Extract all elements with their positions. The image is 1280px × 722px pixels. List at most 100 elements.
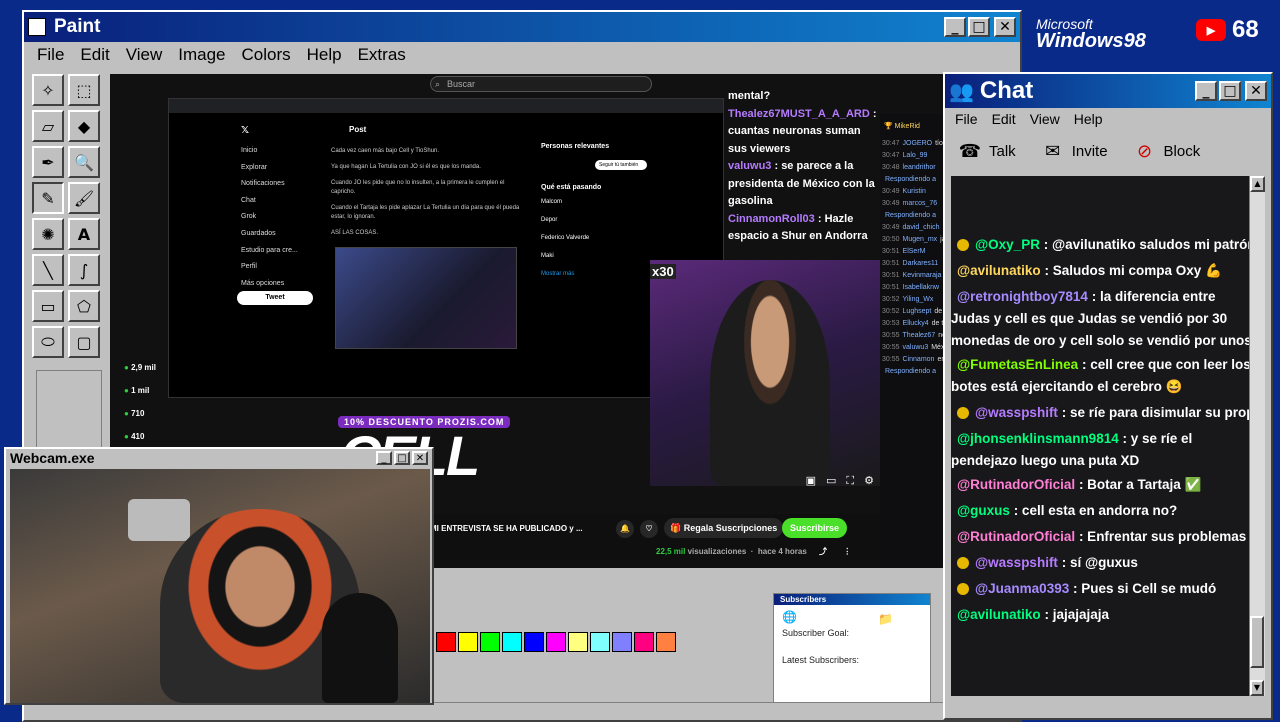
fullscreen-icon[interactable]: ⛶: [846, 474, 854, 490]
palette-swatch[interactable]: [612, 632, 632, 652]
nav-item[interactable]: Perfil: [241, 259, 298, 276]
menu-file[interactable]: File: [30, 45, 71, 65]
nav-item[interactable]: Estudio para cre...: [241, 243, 298, 260]
nav-item[interactable]: Grok: [241, 209, 298, 226]
subscribe-button[interactable]: Suscribirse: [782, 518, 848, 538]
maximize-button[interactable]: □: [968, 17, 990, 37]
free-select-icon[interactable]: ✧: [32, 74, 64, 106]
chat-username[interactable]: @guxus: [957, 503, 1010, 518]
menu-colors[interactable]: Colors: [235, 45, 298, 65]
show-more-link[interactable]: Mostrar más: [541, 271, 651, 277]
palette-swatch[interactable]: [590, 632, 610, 652]
settings-icon[interactable]: ⚙: [864, 474, 874, 490]
chat-titlebar[interactable]: 👥 Chat _ □ ✕: [945, 74, 1271, 108]
rectangle-icon[interactable]: ▭: [32, 290, 64, 322]
chat-username[interactable]: @FumetasEnLinea: [957, 357, 1078, 372]
nav-item[interactable]: Guardados: [241, 226, 298, 243]
menu-extras[interactable]: Extras: [351, 45, 413, 65]
bell-icon[interactable]: 🔔: [616, 520, 634, 538]
magnifier-icon[interactable]: 🔍: [68, 146, 100, 178]
scroll-up-arrow[interactable]: ▲: [1250, 176, 1265, 192]
chat-username[interactable]: @RutinadorOficial: [957, 529, 1075, 544]
polygon-icon[interactable]: ⬠: [68, 290, 100, 322]
gift-subscriptions-button[interactable]: 🎁 Regala Suscripciones: [664, 518, 784, 538]
nav-item[interactable]: Explorar: [241, 160, 298, 177]
block-button[interactable]: ⊘ Block: [1132, 138, 1200, 164]
nav-item[interactable]: Más opciones: [241, 276, 298, 293]
menu-view[interactable]: View: [119, 45, 170, 65]
menu-image[interactable]: Image: [171, 45, 232, 65]
trend-item[interactable]: Malcom: [541, 199, 651, 205]
tweet-button[interactable]: Tweet: [237, 291, 313, 305]
post-video-thumbnail[interactable]: [335, 247, 517, 349]
webcam-minimize-button[interactable]: _: [376, 451, 392, 465]
minimize-button[interactable]: _: [944, 17, 966, 37]
chat-username[interactable]: @retronightboy7814: [957, 289, 1088, 304]
miniplayer-icon[interactable]: ▣: [806, 474, 816, 490]
fill-bucket-icon[interactable]: ◆: [68, 110, 100, 142]
scroll-thumb[interactable]: [1250, 616, 1264, 668]
palette-swatch[interactable]: [480, 632, 500, 652]
chat-username[interactable]: @Oxy_PR: [975, 237, 1040, 252]
heart-icon[interactable]: ♡: [640, 520, 658, 538]
rounded-rect-icon[interactable]: ▢: [68, 326, 100, 358]
chat-username[interactable]: @wasspshift: [975, 405, 1058, 420]
scroll-down-arrow[interactable]: ▼: [1250, 680, 1264, 696]
invite-button[interactable]: ✉ Invite: [1040, 138, 1107, 164]
menu-edit[interactable]: Edit: [73, 45, 116, 65]
menu-help[interactable]: Help: [300, 45, 349, 65]
palette-swatch[interactable]: [458, 632, 478, 652]
pencil-icon[interactable]: ✎: [32, 182, 64, 214]
talk-button[interactable]: ☎ Talk: [957, 138, 1016, 164]
trend-item[interactable]: Federico Valverde: [541, 235, 651, 241]
follow-button[interactable]: Seguir tú también: [595, 160, 647, 170]
palette-swatch[interactable]: [568, 632, 588, 652]
paint-titlebar[interactable]: Paint _ □ ✕: [24, 12, 1020, 42]
search-bar[interactable]: ⌕ Buscar: [430, 76, 652, 92]
nav-item[interactable]: Inicio: [241, 143, 298, 160]
palette-swatch[interactable]: [502, 632, 522, 652]
text-tool-icon[interactable]: A: [68, 218, 100, 250]
trend-item[interactable]: Maki: [541, 253, 651, 259]
webcam-titlebar[interactable]: Webcam.exe _ □ ✕: [6, 449, 432, 467]
rect-select-icon[interactable]: ⬚: [68, 74, 100, 106]
chat-menu-edit[interactable]: Edit: [992, 111, 1016, 127]
chat-username[interactable]: @wasspshift: [975, 555, 1058, 570]
chat-username[interactable]: @jhonsenklinsmann9814: [957, 431, 1119, 446]
chat-maximize-button[interactable]: □: [1219, 81, 1241, 101]
tool-options-box[interactable]: [36, 370, 102, 452]
webcam-close-button[interactable]: ✕: [412, 451, 428, 465]
chat-username[interactable]: @RutinadorOficial: [957, 477, 1075, 492]
chat-close-button[interactable]: ✕: [1245, 81, 1267, 101]
chat-scrollbar[interactable]: ▲ ▼: [1249, 176, 1265, 696]
webcam-maximize-button[interactable]: □: [394, 451, 410, 465]
palette-swatch[interactable]: [436, 632, 456, 652]
chat-menu-view[interactable]: View: [1030, 111, 1060, 127]
theater-icon[interactable]: ▭: [826, 474, 836, 490]
chat-minimize-button[interactable]: _: [1195, 81, 1217, 101]
trend-item[interactable]: Depor: [541, 217, 651, 223]
chat-username[interactable]: @avilunatiko: [957, 263, 1041, 278]
palette-swatch[interactable]: [656, 632, 676, 652]
line-icon[interactable]: ╲: [32, 254, 64, 286]
more-icon[interactable]: ⋮: [843, 547, 851, 556]
palette-swatch[interactable]: [524, 632, 544, 652]
video-title[interactable]: MI ENTREVISTA SE HA PUBLICADO y ...: [430, 524, 583, 533]
chat-username[interactable]: @Juanma0393: [975, 581, 1069, 596]
ellipse-icon[interactable]: ⬭: [32, 326, 64, 358]
nav-item[interactable]: Chat: [241, 193, 298, 210]
palette-swatch[interactable]: [634, 632, 654, 652]
eraser-icon[interactable]: ▱: [32, 110, 64, 142]
nav-item[interactable]: Notificaciones: [241, 176, 298, 193]
close-button[interactable]: ✕: [994, 17, 1016, 37]
share-icon[interactable]: ⤴: [819, 547, 827, 556]
airbrush-icon[interactable]: ✺: [32, 218, 64, 250]
chat-menu-help[interactable]: Help: [1074, 111, 1103, 127]
chat-menu-file[interactable]: File: [955, 111, 978, 127]
chat-username[interactable]: @avilunatiko: [957, 607, 1041, 622]
overlay-chat-line: valuwu3 : se parece a la presidenta de M…: [728, 160, 875, 207]
brush-icon[interactable]: 🖌: [68, 182, 100, 214]
color-picker-icon[interactable]: ✒: [32, 146, 64, 178]
palette-swatch[interactable]: [546, 632, 566, 652]
curve-icon[interactable]: ∫: [68, 254, 100, 286]
